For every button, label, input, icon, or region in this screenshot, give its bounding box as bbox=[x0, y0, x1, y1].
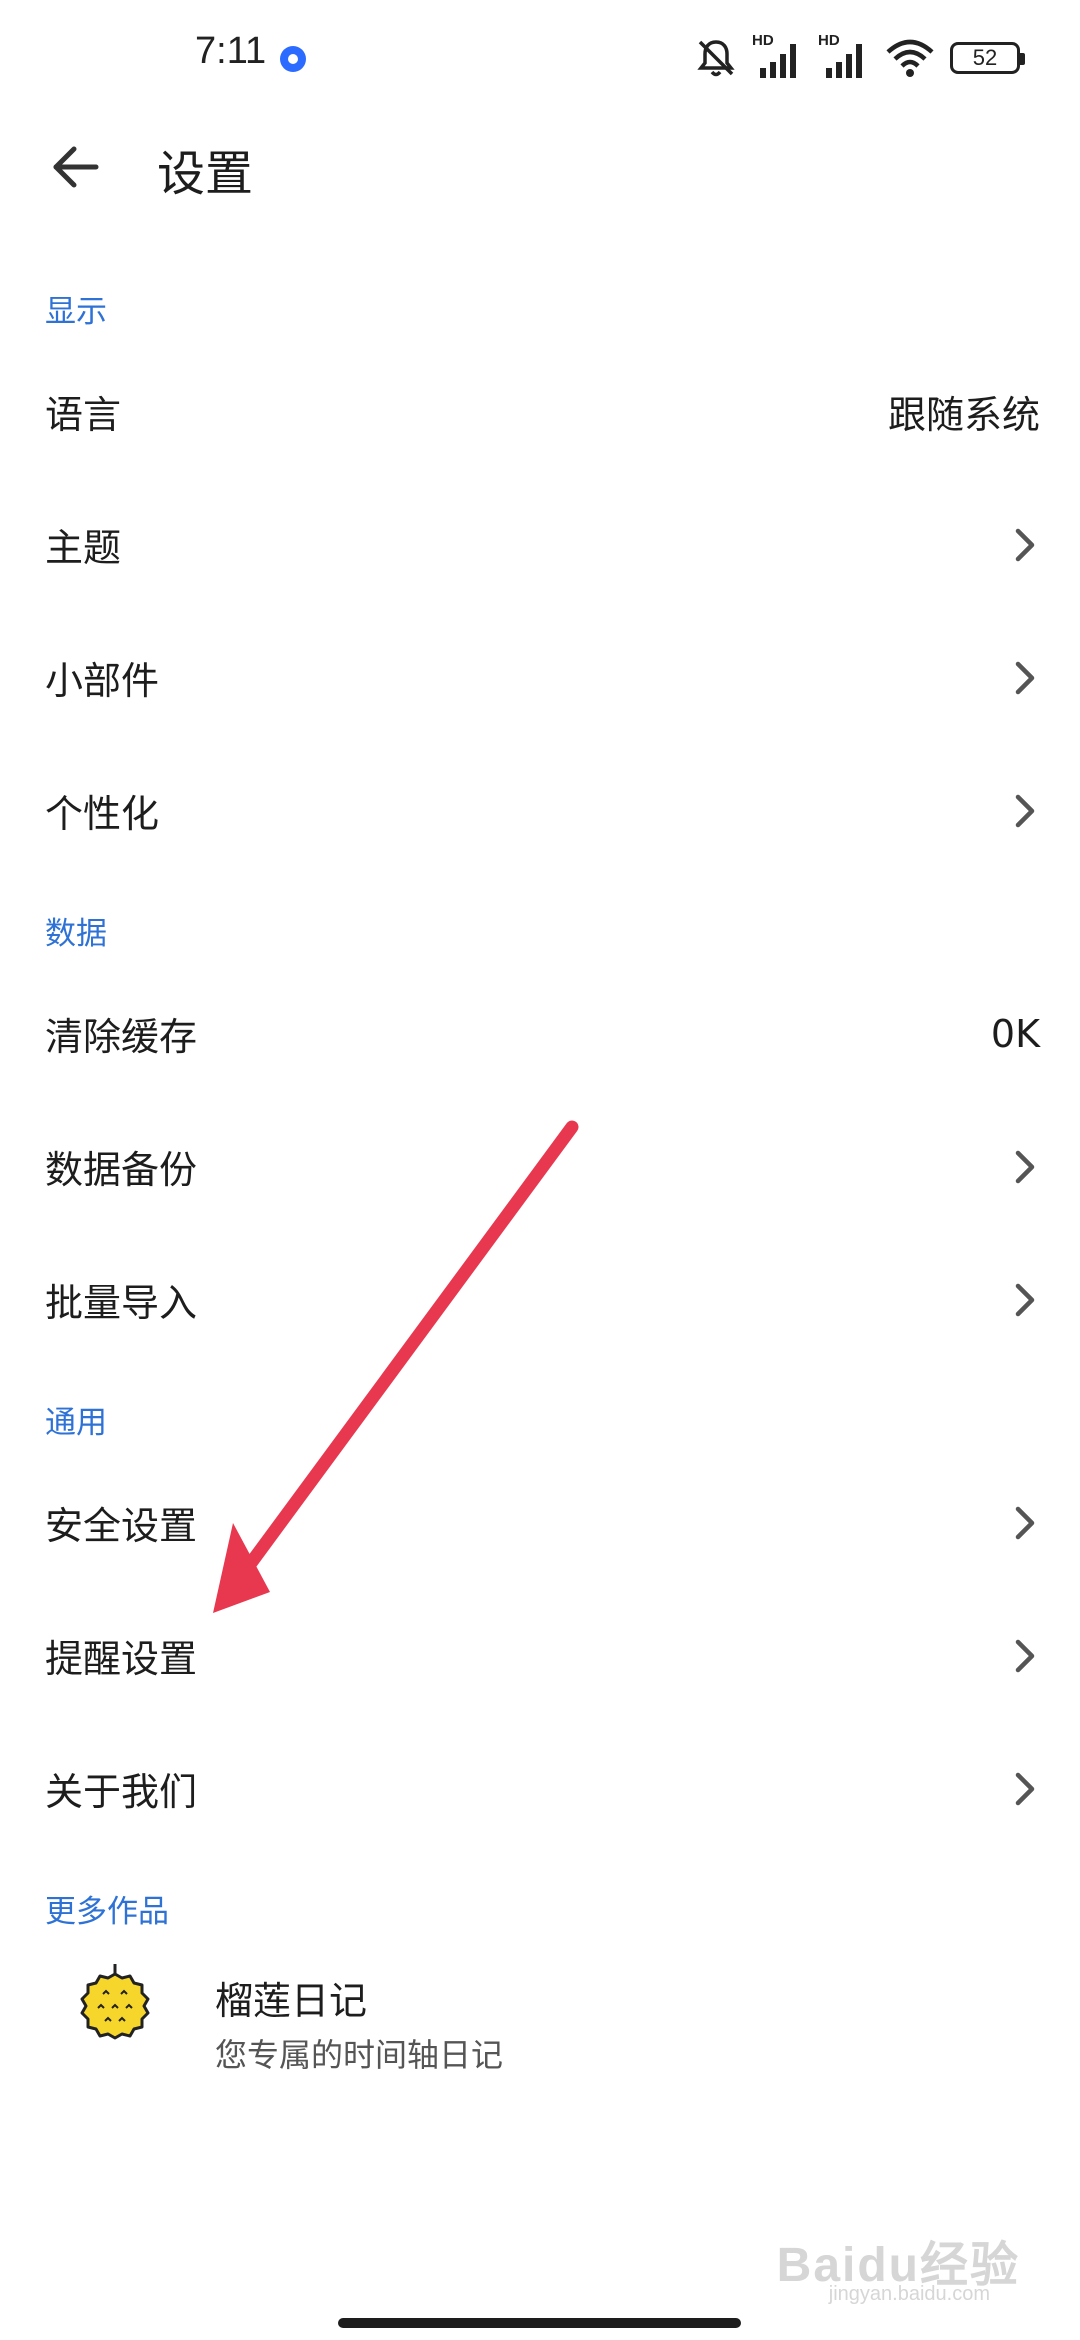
back-button[interactable] bbox=[40, 132, 110, 202]
section-header-data: 数据 bbox=[45, 916, 107, 952]
settings-item-label: 安全设置 bbox=[45, 1504, 198, 1548]
settings-item-label: 个性化 bbox=[45, 792, 160, 836]
back-arrow-icon bbox=[53, 146, 99, 188]
status-bar: 7:11 HD HD 52 bbox=[0, 0, 1080, 120]
settings-item-language[interactable]: 语言 跟随系统 bbox=[0, 345, 1080, 478]
settings-item-label: 数据备份 bbox=[45, 1148, 198, 1192]
settings-item-value: 0K bbox=[990, 1011, 1040, 1056]
settings-item-label: 关于我们 bbox=[45, 1770, 198, 1814]
baidu-watermark-url: jingyan.baidu.com bbox=[828, 2283, 990, 2305]
settings-item-about[interactable]: 关于我们 bbox=[0, 1722, 1080, 1855]
settings-item-label: 批量导入 bbox=[45, 1281, 198, 1325]
top-app-bar: 设置 bbox=[0, 110, 1080, 220]
chevron-right-icon bbox=[1015, 528, 1035, 561]
battery-icon: 52 bbox=[950, 42, 1025, 74]
settings-item-reminder[interactable]: 提醒设置 bbox=[0, 1589, 1080, 1722]
status-time: 7:11 bbox=[195, 30, 267, 72]
signal-1: HD bbox=[752, 32, 804, 80]
more-works-item-durian-diary[interactable]: 榴莲日记 您专属的时间轴日记 bbox=[0, 1930, 1080, 2080]
app-notification-icon bbox=[280, 46, 306, 72]
chevron-right-icon bbox=[1015, 794, 1035, 827]
chevron-right-icon bbox=[1015, 1639, 1035, 1672]
settings-item-label: 提醒设置 bbox=[45, 1637, 198, 1681]
settings-item-label: 主题 bbox=[45, 526, 122, 570]
status-icons: HD HD 52 bbox=[694, 32, 1025, 82]
settings-item-label: 清除缓存 bbox=[45, 1015, 198, 1059]
settings-item-label: 小部件 bbox=[45, 659, 160, 703]
settings-item-value: 跟随系统 bbox=[887, 393, 1040, 437]
section-header-display: 显示 bbox=[45, 294, 107, 330]
settings-item-clear-cache[interactable]: 清除缓存 0K bbox=[0, 967, 1080, 1100]
durian-icon bbox=[80, 1964, 150, 2040]
mute-bell-icon bbox=[697, 40, 735, 77]
cell-signal-icon bbox=[826, 44, 862, 78]
battery-level: 52 bbox=[972, 45, 998, 70]
cell-signal-icon bbox=[760, 44, 796, 78]
settings-item-personalization[interactable]: 个性化 bbox=[0, 744, 1080, 877]
settings-item-batch-import[interactable]: 批量导入 bbox=[0, 1233, 1080, 1366]
section-header-general: 通用 bbox=[45, 1405, 107, 1441]
wifi-icon bbox=[886, 39, 934, 77]
settings-item-security[interactable]: 安全设置 bbox=[0, 1456, 1080, 1589]
settings-list: 显示 语言 跟随系统 主题 小部件 个性化 数据 清除缓存 0K 数据备份 批量… bbox=[0, 255, 1080, 1945]
page-title: 设置 bbox=[157, 146, 254, 202]
settings-item-data-backup[interactable]: 数据备份 bbox=[0, 1100, 1080, 1233]
more-works-title: 榴莲日记 bbox=[215, 1979, 368, 2023]
chevron-right-icon bbox=[1015, 1283, 1035, 1316]
chevron-right-icon bbox=[1015, 1150, 1035, 1183]
chevron-right-icon bbox=[1015, 1506, 1035, 1539]
signal-2: HD bbox=[818, 32, 870, 80]
more-works-subtitle: 您专属的时间轴日记 bbox=[215, 2036, 504, 2074]
settings-item-widgets[interactable]: 小部件 bbox=[0, 611, 1080, 744]
chevron-right-icon bbox=[1015, 661, 1035, 694]
chevron-right-icon bbox=[1015, 1772, 1035, 1805]
home-indicator[interactable] bbox=[338, 2318, 741, 2328]
settings-item-label: 语言 bbox=[45, 393, 122, 437]
settings-item-theme[interactable]: 主题 bbox=[0, 478, 1080, 611]
